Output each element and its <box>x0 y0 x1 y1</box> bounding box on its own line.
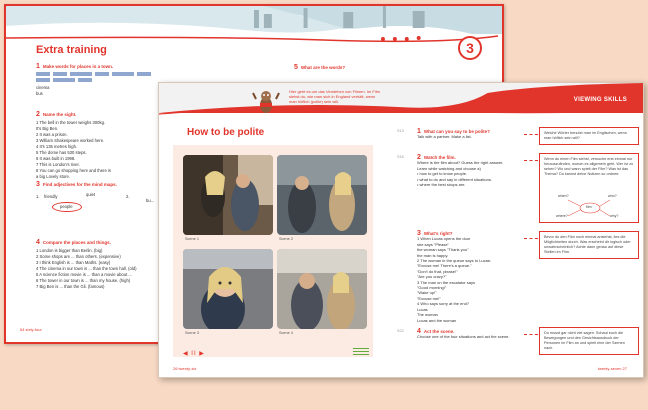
scene-4-image <box>277 249 367 329</box>
front-page: Hier geht es um das Verstehen von Filmen… <box>158 82 644 378</box>
section-label: VIEWING SKILLS <box>573 97 627 103</box>
viewing-skills-banner <box>159 83 643 115</box>
stripes-decoration <box>353 348 369 356</box>
exercise-5: 5 What are the words? <box>294 64 346 71</box>
extra-training-title: Extra training <box>36 44 107 56</box>
question-2: S16 2 Watch the film. Where is the film a… <box>397 154 527 187</box>
question-4: S22 4 Act the scene. Choose one of the fo… <box>397 328 510 340</box>
exercise-3: 3 Find adjectives for the mind maps. 1. f… <box>36 181 166 216</box>
tip-box-3: Bevor du den Film noch einmal ansiehst, … <box>524 231 639 259</box>
mascot-icon <box>252 91 280 113</box>
mind-map: 1. friendly people quiet 2. bu... <box>36 190 154 216</box>
scene-3-image <box>183 249 273 329</box>
tip-box-1: Welche Wörter benutzt man im Englischen,… <box>524 127 639 145</box>
front-page-footer-right: twenty-seven 27 <box>597 366 627 371</box>
scene-3-caption: Scene 3 <box>185 331 199 335</box>
exercise-2: 2 Name the sight. 1 The bell in the tower… <box>36 111 111 179</box>
unit-number-badge: 3 <box>458 36 482 60</box>
page-title: How to be polite <box>187 127 265 138</box>
question-1: S13 1 What can you say to be polite? Talk… <box>397 128 490 140</box>
tip-box-4: Du musst gar nicht viel sagen. Schaut eu… <box>524 327 639 355</box>
scene-4-caption: Scene 4 <box>279 331 293 335</box>
player-controls[interactable]: ◀ II ▶ <box>183 350 205 357</box>
scene-1-image <box>183 155 273 235</box>
scene-2-image <box>277 155 367 235</box>
front-page-footer-left: 26 twenty-six <box>173 366 197 371</box>
film-panel: Scene 1 Scene 2 Scene 3 Scene 4 ◀ II ▶ <box>173 145 373 357</box>
scene-1-caption: Scene 1 <box>185 237 199 241</box>
intro-note: Hier geht es um das Verstehen von Filmen… <box>289 89 380 104</box>
exercise-1: 1 Make words for places in a town. cinema… <box>36 63 166 97</box>
word-chips <box>36 72 166 82</box>
question-3: 3 What's right? 1 When Lucas opens the do… <box>417 230 491 323</box>
back-page-footer: 64 sixty-four <box>20 327 42 332</box>
scene-2-caption: Scene 2 <box>279 237 293 241</box>
tip-box-2: Wenn du einen Film siehst, versuche erst… <box>524 153 639 223</box>
